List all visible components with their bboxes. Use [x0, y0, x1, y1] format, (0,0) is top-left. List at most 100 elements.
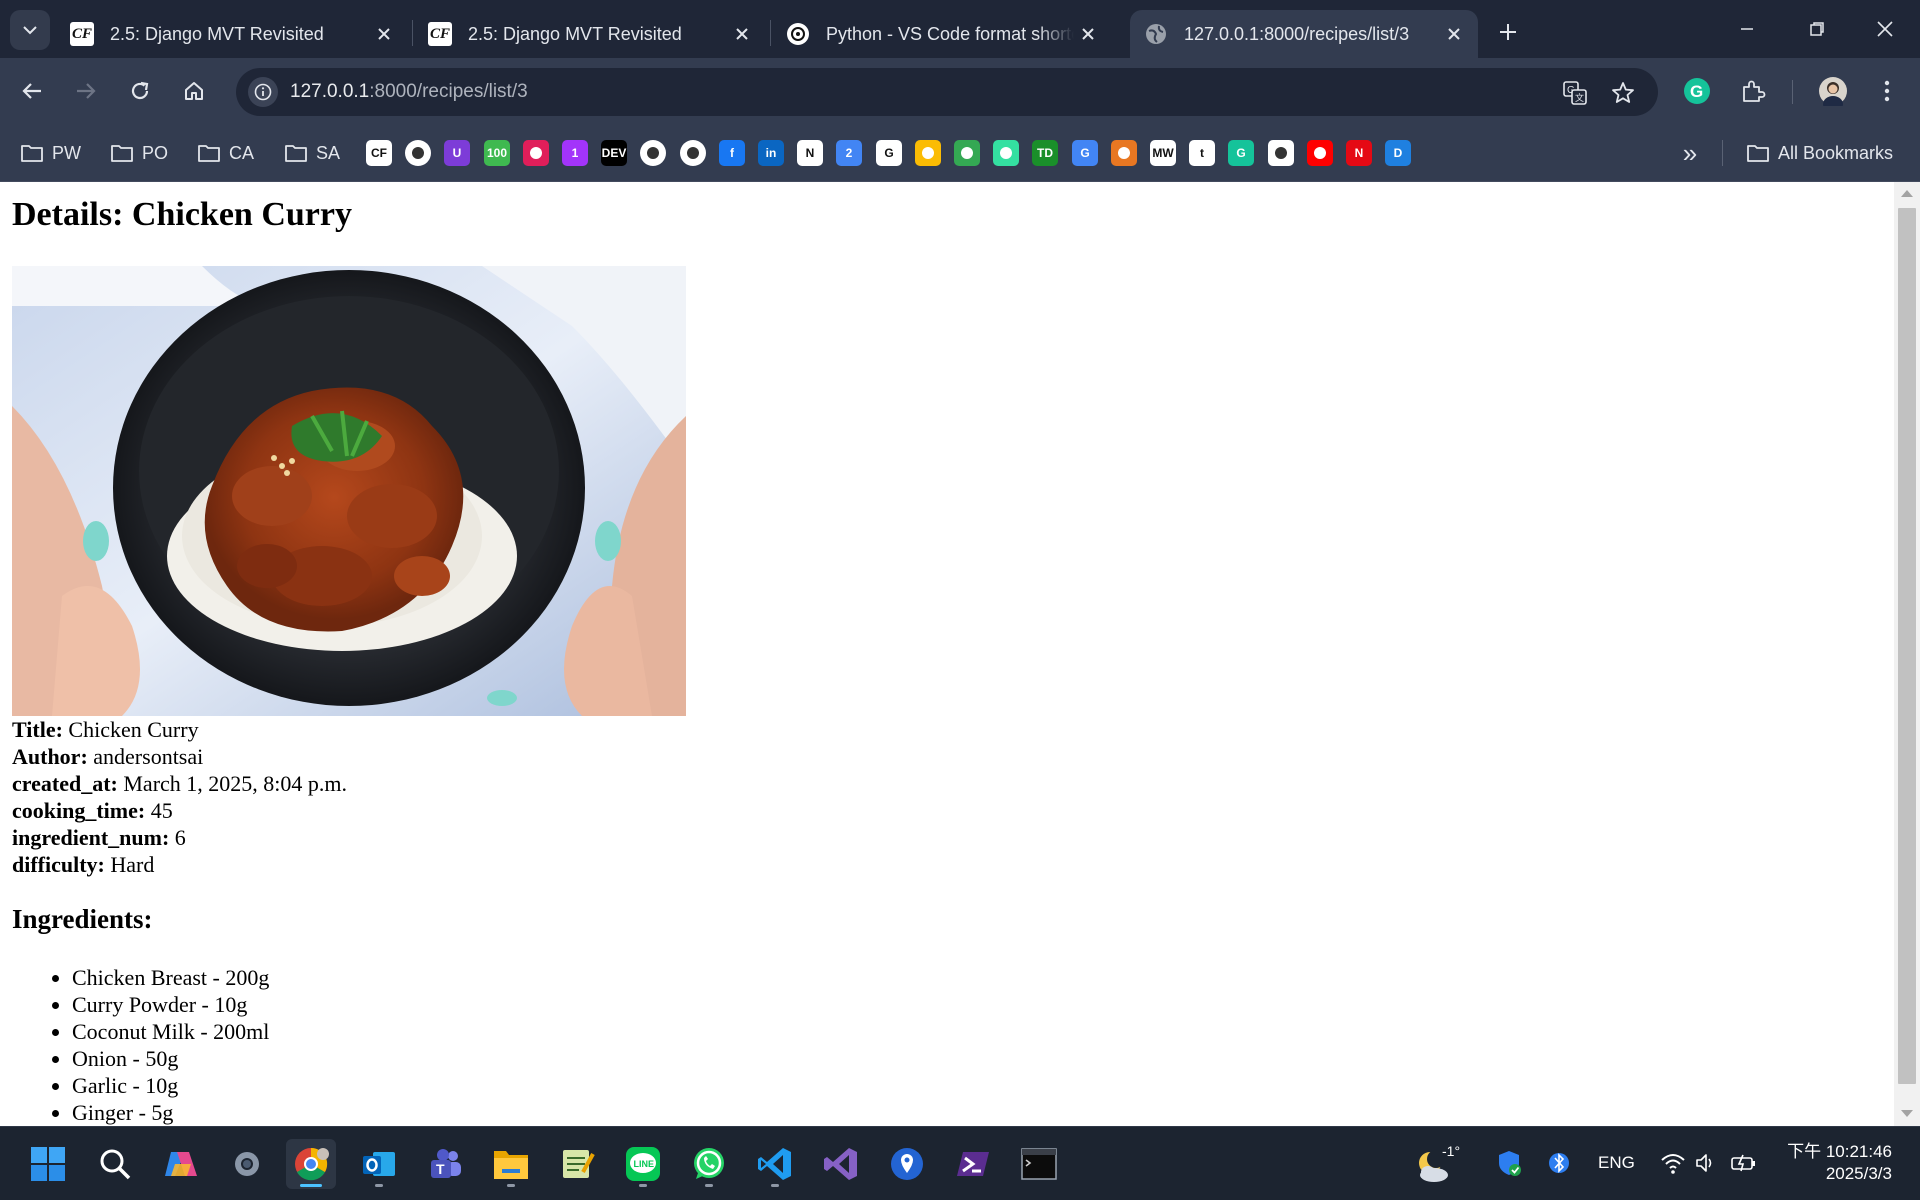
file-explorer-button[interactable]: [486, 1139, 536, 1189]
youtube-icon[interactable]: [1307, 140, 1333, 166]
cf-icon[interactable]: CF: [366, 140, 392, 166]
powershell-button[interactable]: [948, 1139, 998, 1189]
minimize-button[interactable]: [1712, 0, 1782, 58]
windows-taskbar: T LINE -1° ENG 下午 10:21:46 2025/3/3: [0, 1126, 1920, 1200]
close-tab-icon[interactable]: [370, 20, 398, 48]
new-tab-button[interactable]: [1490, 14, 1526, 50]
teams-button[interactable]: T: [420, 1139, 470, 1189]
tab-recipe-detail[interactable]: 127.0.0.1:8000/recipes/list/3: [1130, 10, 1478, 58]
profile-avatar[interactable]: [1816, 74, 1850, 108]
facebook-icon[interactable]: f: [719, 140, 745, 166]
scroll-down-arrow-icon[interactable]: [1901, 1110, 1913, 1117]
notepad-button[interactable]: [552, 1139, 602, 1189]
bank-icon[interactable]: [1268, 140, 1294, 166]
terminal-button[interactable]: [1014, 1139, 1064, 1189]
maps-icon[interactable]: [954, 140, 980, 166]
search-button[interactable]: [90, 1139, 140, 1189]
drive-icon[interactable]: [915, 140, 941, 166]
disney-icon[interactable]: D: [1385, 140, 1411, 166]
home-button[interactable]: [174, 71, 214, 111]
volume-icon[interactable]: [1694, 1151, 1718, 1180]
ublock-icon[interactable]: U: [444, 140, 470, 166]
vscode-button[interactable]: [750, 1139, 800, 1189]
chevron-down-icon: [23, 26, 37, 35]
close-tab-icon[interactable]: [1440, 20, 1468, 48]
outlook-button[interactable]: [354, 1139, 404, 1189]
scroll-up-arrow-icon[interactable]: [1901, 190, 1913, 197]
hundred-icon[interactable]: 100: [484, 140, 510, 166]
bookmark-folder-ca[interactable]: CA: [197, 140, 254, 166]
line-button[interactable]: LINE: [618, 1139, 668, 1189]
close-tab-icon[interactable]: [728, 20, 756, 48]
page-scrollbar[interactable]: [1894, 182, 1920, 1126]
grammarly-extension-icon[interactable]: G: [1680, 74, 1714, 108]
bookmark-star-icon[interactable]: [1610, 80, 1636, 106]
restore-button[interactable]: [1782, 0, 1852, 58]
site-info-icon[interactable]: [248, 77, 278, 107]
svg-text:G: G: [1690, 82, 1703, 101]
tab-django-mvt-2[interactable]: CF 2.5: Django MVT Revisited: [414, 10, 766, 58]
grammarly-icon[interactable]: G: [1228, 140, 1254, 166]
clock[interactable]: 下午 10:21:46 2025/3/3: [1782, 1141, 1892, 1185]
maps-button[interactable]: [882, 1139, 932, 1189]
tab-search-button[interactable]: [10, 10, 50, 50]
calendar-icon[interactable]: 2: [836, 140, 862, 166]
linkedin-icon[interactable]: in: [758, 140, 784, 166]
bookmarks-overflow-button[interactable]: »: [1676, 138, 1704, 168]
ingredients-heading: Ingredients:: [12, 904, 153, 934]
language-indicator[interactable]: ENG: [1598, 1153, 1635, 1173]
translate-icon[interactable]: G: [1072, 140, 1098, 166]
bookmark-folder-sa[interactable]: SA: [284, 140, 340, 166]
security-icon[interactable]: [1496, 1149, 1522, 1182]
copilot-button[interactable]: [156, 1139, 206, 1189]
td-icon[interactable]: TD: [1032, 140, 1058, 166]
back-button[interactable]: [12, 71, 52, 111]
bluetooth-icon[interactable]: [1548, 1149, 1570, 1182]
messenger-icon[interactable]: 1: [562, 140, 588, 166]
tumblr-icon[interactable]: t: [1189, 140, 1215, 166]
netflix-icon[interactable]: N: [1346, 140, 1372, 166]
close-tab-icon[interactable]: [1074, 20, 1102, 48]
notion-icon[interactable]: N: [797, 140, 823, 166]
tripadvisor-icon[interactable]: [993, 140, 1019, 166]
bookmark-folder-po[interactable]: PO: [110, 140, 168, 166]
scrollbar-thumb[interactable]: [1898, 208, 1916, 1084]
running-indicator: [375, 1184, 383, 1187]
github-icon[interactable]: [405, 140, 431, 166]
address-bar[interactable]: 127.0.0.1:8000/recipes/list/3 G文: [236, 68, 1658, 116]
bookmark-icon-label: f: [730, 146, 734, 160]
whatsapp-button[interactable]: [684, 1139, 734, 1189]
battery-icon[interactable]: [1730, 1151, 1758, 1180]
start-button[interactable]: [23, 1139, 73, 1189]
all-bookmarks-button[interactable]: All Bookmarks: [1746, 140, 1893, 166]
url-text[interactable]: 127.0.0.1:8000/recipes/list/3: [290, 81, 528, 103]
bookmark-icon-label: 100: [486, 146, 508, 160]
perplexity-icon[interactable]: [680, 140, 706, 166]
dev-icon[interactable]: DEV: [601, 140, 627, 166]
tab-python-vscode[interactable]: Python - VS Code format shortcut: [772, 10, 1112, 58]
google-icon[interactable]: G: [876, 140, 902, 166]
mw-icon[interactable]: MW: [1150, 140, 1176, 166]
detail-value: 45: [150, 798, 173, 823]
bookmark-icon-label: D: [1393, 146, 1403, 160]
translate-icon[interactable]: G文: [1562, 80, 1588, 106]
detail-ingredient-num: ingredient_num: 6: [12, 824, 347, 851]
weather-widget[interactable]: -1°: [1412, 1141, 1463, 1187]
settings-button[interactable]: [222, 1139, 272, 1189]
bookmark-folder-pw[interactable]: PW: [20, 140, 81, 166]
extensions-icon[interactable]: [1736, 74, 1770, 108]
chrome-taskbar-button[interactable]: [286, 1139, 336, 1189]
university-icon[interactable]: [1111, 140, 1137, 166]
copilot-icon: [165, 1152, 197, 1176]
wifi-icon[interactable]: [1660, 1151, 1686, 1180]
visual-studio-button[interactable]: [816, 1139, 866, 1189]
more-menu-icon[interactable]: [1870, 74, 1904, 108]
clock-date: 2025/3/3: [1825, 1164, 1892, 1183]
tab-django-mvt-1[interactable]: CF 2.5: Django MVT Revisited: [56, 10, 408, 58]
slack-icon[interactable]: [523, 140, 549, 166]
chatgpt-icon[interactable]: [640, 140, 666, 166]
close-window-button[interactable]: [1850, 0, 1920, 58]
forward-button[interactable]: [66, 71, 106, 111]
reload-button[interactable]: [120, 71, 160, 111]
whatsapp-icon: [694, 1148, 724, 1179]
